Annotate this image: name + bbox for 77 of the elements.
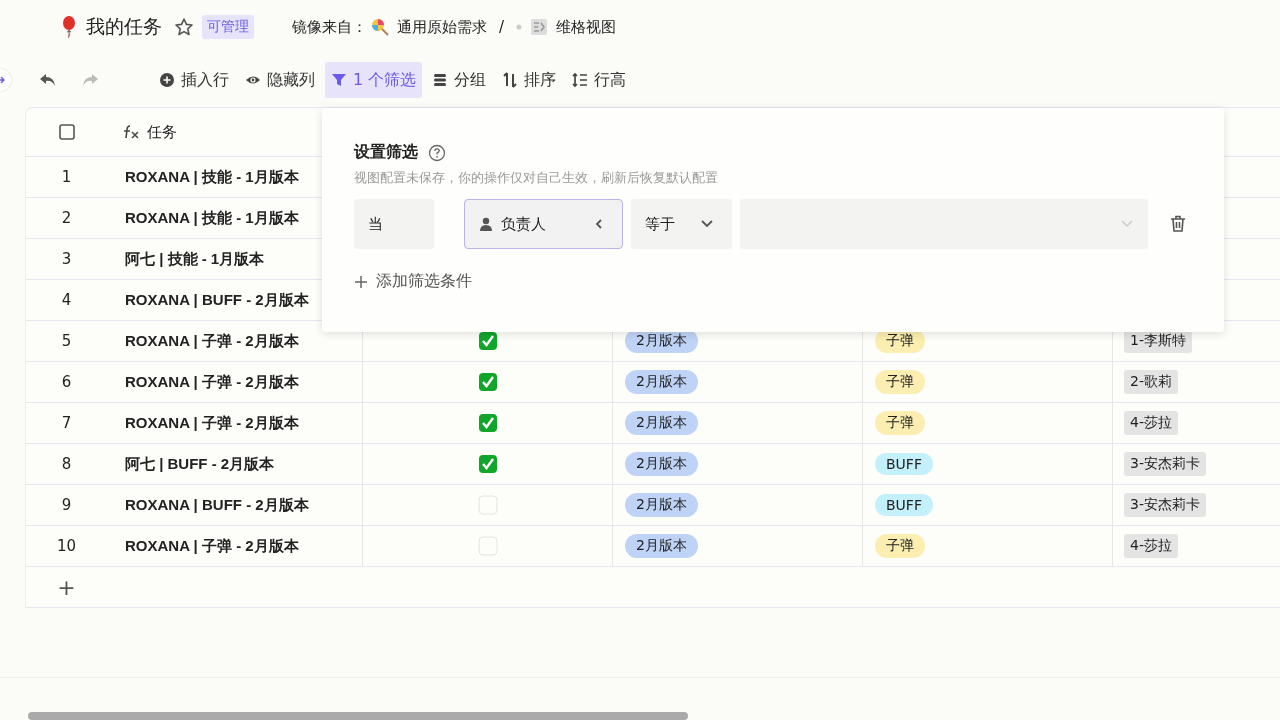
toolbar-button[interactable]: 1 个筛选: [325, 62, 423, 98]
chevron-left-icon: [593, 218, 604, 230]
formula-icon: [123, 124, 141, 140]
owner-tag: 3-安杰莉卡: [1124, 493, 1206, 517]
view-link[interactable]: 维格视图: [556, 17, 617, 37]
path-separator: /: [499, 18, 505, 36]
balloon-icon: [62, 16, 76, 38]
toolbar-button[interactable]: 行高: [566, 62, 633, 98]
table-cell: ROXANA | BUFF - 2月版本: [125, 290, 309, 310]
table-cell: ROXANA | 子弹 - 2月版本: [125, 331, 299, 351]
version-tag: 2月版本: [625, 452, 698, 476]
version-tag: 2月版本: [625, 411, 698, 435]
table-cell: 阿七 | 技能 - 1月版本: [125, 249, 265, 269]
plus-icon: [354, 274, 368, 289]
dot-icon: [516, 24, 523, 30]
row-number: 8: [61, 455, 72, 473]
add-row-button[interactable]: +: [51, 574, 82, 600]
row-height-icon: [572, 72, 589, 88]
page-title: 我的任务: [86, 14, 162, 39]
table-cell: 阿七 | BUFF - 2月版本: [125, 454, 275, 474]
popover-hint: 视图配置未保存，你的操作仅对自己生效，刷新后恢复默认配置: [354, 169, 719, 187]
table-cell: ROXANA | 子弹 - 2月版本: [125, 536, 299, 556]
row-number: 5: [61, 332, 72, 350]
toolbar-button[interactable]: 分组: [426, 62, 493, 98]
stack-icon: [432, 72, 449, 88]
row-number: 10: [56, 537, 77, 555]
type-tag: BUFF: [875, 494, 933, 516]
checkbox-icon: [58, 124, 75, 140]
table-cell: ROXANA | 技能 - 1月版本: [125, 167, 299, 187]
permission-badge: 可管理: [202, 15, 254, 39]
grid-view-icon: [530, 18, 549, 36]
undo-icon: [39, 72, 57, 88]
row-number: 2: [61, 209, 72, 227]
popover-title: 设置筛选: [354, 142, 418, 163]
trash-icon: [1170, 215, 1186, 233]
table-cell: ROXANA | BUFF - 2月版本: [125, 495, 309, 515]
chevron-down-icon: [700, 219, 715, 229]
mirror-label: 镜像来自：: [292, 17, 367, 37]
row-number: 3: [61, 250, 72, 268]
add-condition-button[interactable]: 添加筛选条件: [354, 271, 472, 292]
sort-icon: [502, 72, 519, 88]
field-select[interactable]: 负责人: [463, 199, 623, 249]
row-number: 7: [61, 414, 72, 432]
type-tag: 子弹: [875, 534, 925, 558]
star-icon: [174, 17, 194, 37]
source-link[interactable]: 通用原始需求: [397, 17, 487, 37]
toolbar-button[interactable]: 插入行: [153, 62, 235, 98]
owner-tag: 4-莎拉: [1124, 534, 1178, 558]
person-icon: [478, 217, 493, 231]
chevron-down-icon: [1120, 219, 1134, 229]
redo-icon: [81, 72, 99, 88]
table-cell: ROXANA | 子弹 - 2月版本: [125, 372, 299, 392]
operator-select[interactable]: 等于: [630, 199, 733, 249]
version-tag: 2月版本: [625, 534, 698, 558]
toolbar-button[interactable]: 隐藏列: [239, 62, 321, 98]
column-header[interactable]: 任务: [147, 122, 177, 142]
row-number: 1: [61, 168, 72, 186]
toolbar-button[interactable]: 排序: [496, 62, 563, 98]
condition-label: 当: [354, 199, 434, 249]
owner-tag: 2-歌莉: [1124, 370, 1178, 394]
table-cell: ROXANA | 子弹 - 2月版本: [125, 413, 299, 433]
version-tag: 2月版本: [625, 493, 698, 517]
type-tag: 子弹: [875, 370, 925, 394]
type-tag: BUFF: [875, 453, 933, 475]
plus-circle-icon: [159, 72, 175, 88]
lollipop-icon: [371, 18, 389, 36]
scrollbar[interactable]: [28, 712, 688, 720]
row-number: 9: [61, 496, 72, 514]
version-tag: 2月版本: [625, 370, 698, 394]
filter-icon: [331, 72, 347, 88]
row-number: 6: [61, 373, 72, 391]
owner-tag: 4-莎拉: [1124, 411, 1178, 435]
table-cell: ROXANA | 技能 - 1月版本: [125, 208, 299, 228]
type-tag: 子弹: [875, 411, 925, 435]
owner-tag: 3-安杰莉卡: [1124, 452, 1206, 476]
row-number: 4: [61, 291, 72, 309]
help-icon: [428, 143, 446, 162]
